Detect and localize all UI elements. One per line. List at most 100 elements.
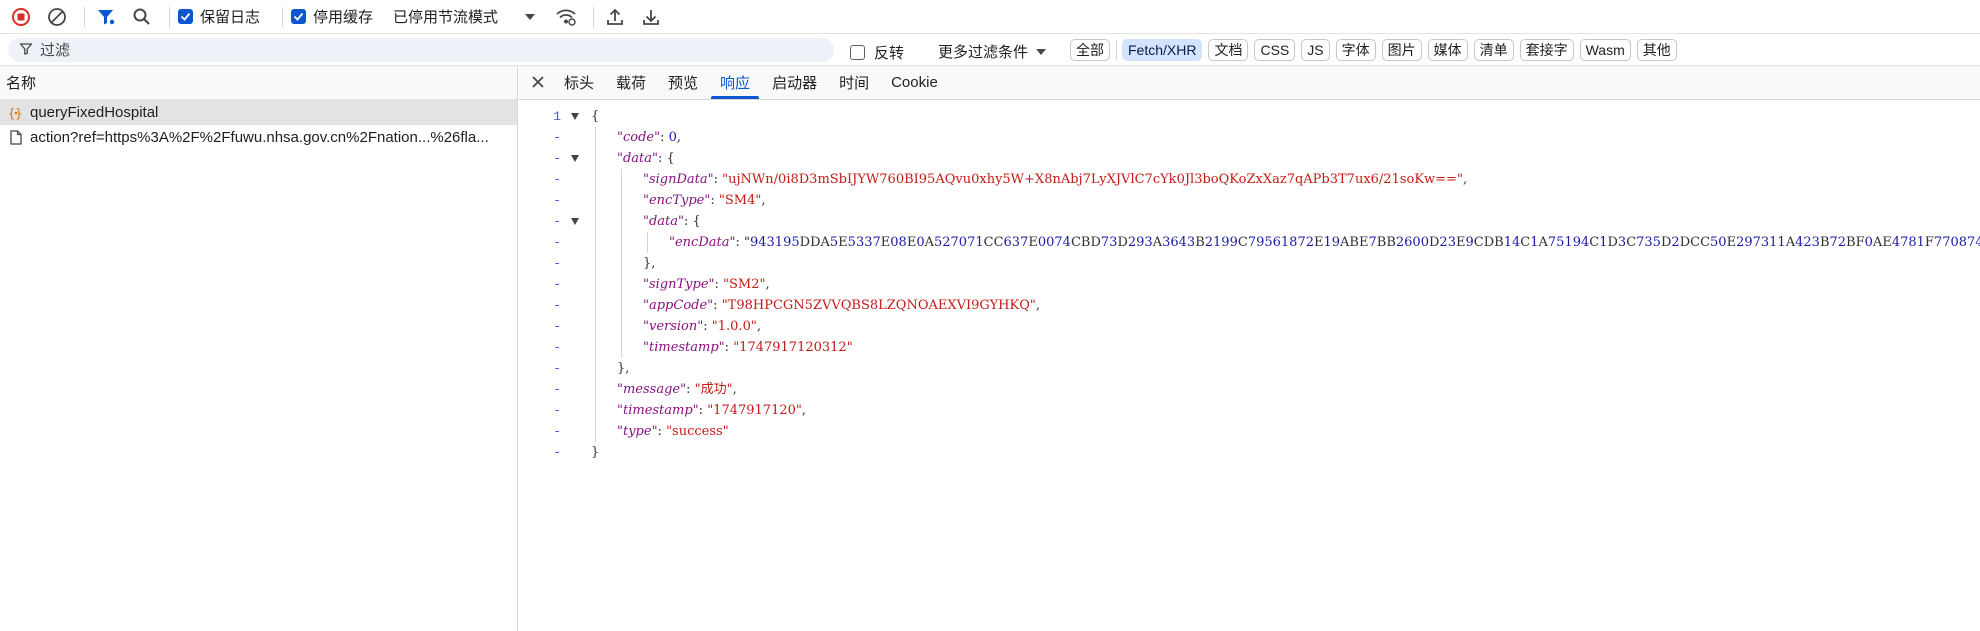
resource-type-chips: 全部 Fetch/XHR 文档 CSS JS 字体 图片 媒体 清单 套接字 W…	[1070, 39, 1683, 61]
tab-payload[interactable]: 载荷	[605, 65, 657, 99]
type-chip-js[interactable]: JS	[1301, 39, 1330, 61]
download-icon[interactable]	[638, 4, 664, 30]
code-line: - "version": "1.0.0",	[519, 316, 1980, 337]
filter-bar: 反转 更多过滤条件 全部 Fetch/XHR 文档 CSS JS 字体 图片 媒…	[0, 34, 1980, 66]
line-number: -	[553, 382, 561, 397]
wifi-settings-icon[interactable]	[553, 4, 579, 30]
code-text: "appCode": "T98HPCGN5ZVVQBS8LZQNOAEXVI9G…	[643, 298, 1040, 313]
line-number: -	[553, 256, 561, 271]
line-number: -	[553, 235, 561, 250]
code-line: - "signType": "SM2",	[519, 274, 1980, 295]
tab-response[interactable]: 响应	[709, 65, 761, 99]
close-icon[interactable]	[523, 65, 553, 99]
filter-input[interactable]	[40, 41, 820, 59]
preserve-log-checkbox[interactable]: 保留日志	[178, 6, 260, 27]
code-text: "signData": "ujNWn/0i8D3mSbIJYW760BI95AQ…	[643, 172, 1468, 187]
type-chip-css[interactable]: CSS	[1254, 39, 1296, 61]
line-number: 1	[553, 109, 561, 124]
toolbar-divider	[593, 6, 595, 27]
type-chip-img[interactable]: 图片	[1381, 39, 1422, 61]
collapse-arrow-icon[interactable]	[571, 113, 579, 120]
code-text: "type": "success"	[617, 424, 729, 439]
chevron-down-icon	[525, 13, 536, 20]
indent-guide	[595, 127, 596, 442]
search-icon[interactable]	[129, 4, 155, 30]
code-line: - "data": {	[519, 148, 1980, 169]
type-chip-fetch-xhr[interactable]: Fetch/XHR	[1122, 39, 1203, 61]
line-number: -	[553, 319, 561, 334]
code-line: -},	[519, 253, 1980, 274]
type-chip-font[interactable]: 字体	[1335, 39, 1376, 61]
invert-checkbox[interactable]: 反转	[850, 42, 904, 63]
code-text: "data": {	[643, 214, 701, 229]
code-line: - "code": 0,	[519, 127, 1980, 148]
tab-headers[interactable]: 标头	[553, 65, 605, 99]
line-number: -	[553, 130, 561, 145]
line-number: -	[553, 172, 561, 187]
line-number: -	[553, 214, 561, 229]
code-text: "code": 0,	[617, 130, 682, 145]
type-chip-all[interactable]: 全部	[1070, 39, 1110, 61]
network-toolbar: 保留日志 停用缓存 已停用节流模式	[0, 0, 1980, 34]
type-chip-doc[interactable]: 文档	[1208, 39, 1249, 61]
checkbox-checked-icon	[291, 9, 307, 24]
line-number: -	[553, 424, 561, 439]
detail-tab-strip: 标头 载荷 预览 响应 启动器 时间 Cookie	[519, 66, 1980, 100]
code-line: - "signData": "ujNWn/0i8D3mSbIJYW760BI95A…	[519, 169, 1980, 190]
code-line: - "message": "成功",	[519, 379, 1980, 400]
name-column-header[interactable]: 名称	[0, 66, 517, 100]
chip-divider	[1116, 40, 1117, 60]
toolbar-divider	[169, 6, 170, 27]
code-text: "timestamp": "1747917120312"	[643, 340, 853, 355]
request-row[interactable]: {} queryFixedHospital	[0, 100, 517, 125]
type-chip-manifest[interactable]: 清单	[1473, 39, 1514, 61]
type-chip-socket[interactable]: 套接字	[1519, 39, 1574, 61]
code-line: -},	[519, 358, 1980, 379]
toolbar-divider	[282, 6, 284, 27]
collapse-arrow-icon[interactable]	[571, 155, 579, 162]
request-name: queryFixedHospital	[30, 104, 159, 121]
code-line: - "timestamp": "1747917120312"	[519, 337, 1980, 358]
code-line: -}	[519, 442, 1980, 463]
filter-field[interactable]	[8, 38, 834, 62]
disable-cache-checkbox[interactable]: 停用缓存	[291, 6, 373, 27]
tab-timing[interactable]: 时间	[828, 65, 880, 99]
indent-guide	[621, 169, 622, 358]
chevron-down-icon	[1036, 48, 1047, 55]
tab-initiator[interactable]: 启动器	[761, 65, 828, 99]
code-line: - "data": {	[519, 211, 1980, 232]
collapse-arrow-icon[interactable]	[571, 218, 579, 225]
clear-icon[interactable]	[44, 4, 70, 30]
code-line: 1{	[519, 106, 1980, 127]
line-number: -	[553, 151, 561, 166]
upload-icon[interactable]	[602, 4, 628, 30]
record-stop-icon[interactable]	[8, 4, 34, 30]
code-line: - "appCode": "T98HPCGN5ZVVQBS8LZQNOAEXVI9…	[519, 295, 1980, 316]
response-code-viewer[interactable]: 1{- "code": 0, - "data": {- "signData": "ujN…	[519, 106, 1980, 631]
filter-funnel-icon	[19, 42, 33, 59]
code-text: "signType": "SM2",	[643, 277, 770, 292]
code-text: "encData": "943195DDA5E5337E08E0A527071C…	[669, 235, 1980, 250]
type-chip-wasm[interactable]: Wasm	[1579, 39, 1631, 61]
code-line: - "encType": "SM4",	[519, 190, 1980, 211]
line-number: -	[553, 445, 561, 460]
filter-icon[interactable]	[93, 4, 119, 30]
type-chip-media[interactable]: 媒体	[1427, 39, 1468, 61]
line-number: -	[553, 403, 561, 418]
type-chip-other[interactable]: 其他	[1636, 39, 1677, 61]
code-text: "encType": "SM4",	[643, 193, 766, 208]
checkbox-unchecked-icon	[850, 45, 865, 60]
invert-label: 反转	[874, 45, 905, 62]
code-text: "version": "1.0.0",	[643, 319, 761, 334]
preserve-log-label: 保留日志	[200, 9, 261, 26]
line-number: -	[553, 361, 561, 376]
tab-cookies[interactable]: Cookie	[880, 65, 949, 99]
line-number: -	[553, 277, 561, 292]
code-text: {	[591, 109, 600, 124]
throttle-select[interactable]: 已停用节流模式	[393, 6, 536, 27]
request-row[interactable]: action?ref=https%3A%2F%2Ffuwu.nhsa.gov.c…	[0, 125, 517, 150]
more-filters-dropdown[interactable]: 更多过滤条件	[938, 41, 1047, 62]
code-line: - "encData": "943195DDA5E5337E08E0A527071…	[519, 232, 1980, 253]
tab-preview[interactable]: 预览	[657, 65, 709, 99]
code-text: }	[591, 445, 600, 460]
